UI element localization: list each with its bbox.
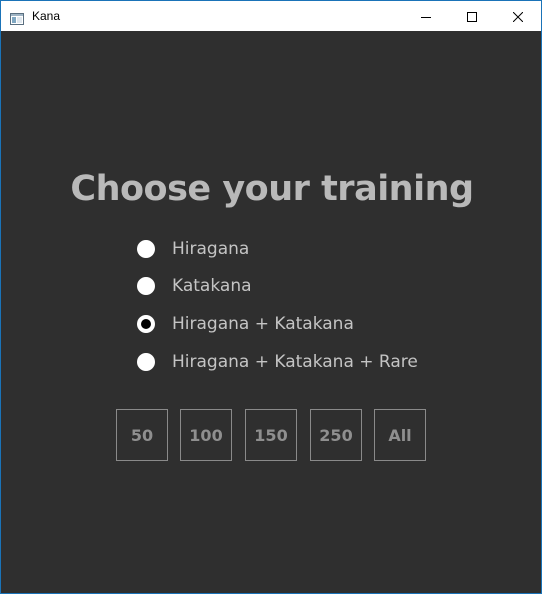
option-label: Hiragana + Katakana + Rare	[172, 352, 418, 372]
option-katakana[interactable]: Katakana	[137, 274, 252, 298]
app-window: Kana Choose your training Hiragana Katak…	[0, 0, 542, 594]
main-content: Choose your training Hiragana Katakana H…	[1, 31, 541, 593]
option-label: Hiragana + Katakana	[172, 314, 354, 334]
close-icon	[512, 7, 524, 26]
option-label: Katakana	[172, 276, 252, 296]
minimize-icon	[421, 7, 431, 26]
close-button[interactable]	[495, 1, 541, 31]
option-hiragana-katakana[interactable]: Hiragana + Katakana	[137, 312, 354, 336]
option-label: Hiragana	[172, 239, 250, 259]
page-title: Choose your training	[70, 169, 474, 209]
maximize-icon	[467, 7, 477, 26]
count-button-50[interactable]: 50	[116, 409, 168, 461]
radio-button[interactable]	[137, 240, 155, 258]
minimize-button[interactable]	[403, 1, 449, 31]
option-hiragana-katakana-rare[interactable]: Hiragana + Katakana + Rare	[137, 350, 418, 374]
option-hiragana[interactable]: Hiragana	[137, 237, 249, 261]
radio-button[interactable]	[137, 315, 155, 333]
title-bar[interactable]: Kana	[1, 1, 541, 31]
window-title: Kana	[32, 9, 61, 23]
count-button-all[interactable]: All	[374, 409, 426, 461]
radio-button[interactable]	[137, 277, 155, 295]
app-window-icon	[10, 10, 24, 25]
count-button-150[interactable]: 150	[245, 409, 297, 461]
radio-button[interactable]	[137, 353, 155, 371]
maximize-button[interactable]	[449, 1, 495, 31]
count-button-250[interactable]: 250	[310, 409, 362, 461]
count-button-100[interactable]: 100	[180, 409, 232, 461]
